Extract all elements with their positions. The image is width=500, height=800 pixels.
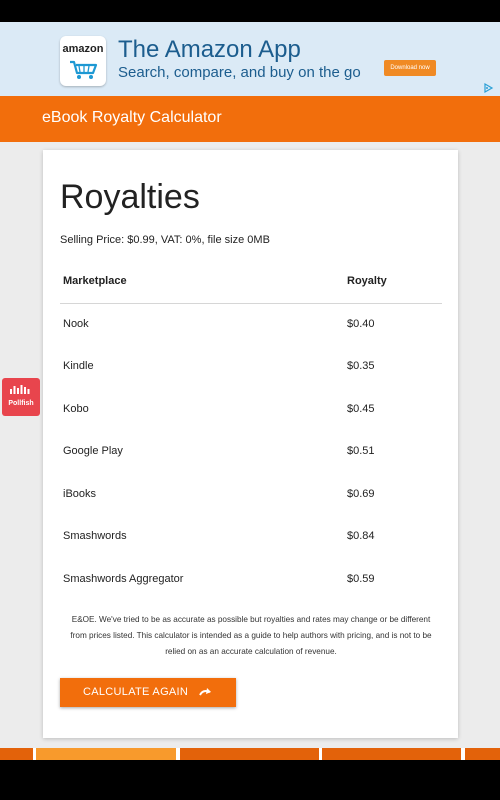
app-title: eBook Royalty Calculator	[42, 109, 222, 126]
ad-download-button[interactable]: Download now	[384, 60, 436, 76]
table-row: Smashwords $0.84	[60, 516, 442, 558]
ad-choices-icon[interactable]	[482, 82, 494, 94]
bottom-tab-strip	[0, 748, 500, 760]
cart-icon	[70, 60, 98, 79]
ad-logo-text: amazon	[62, 43, 104, 55]
ad-subtitle: Search, compare, and buy on the go	[118, 64, 361, 81]
app-bar: eBook Royalty Calculator	[0, 96, 500, 142]
bottom-tab[interactable]	[36, 748, 176, 760]
table-row: iBooks $0.69	[60, 474, 442, 516]
page-title: Royalties	[60, 178, 200, 216]
royalty-cell: $0.51	[347, 445, 375, 457]
pollfish-widget[interactable]: Pollfish	[2, 378, 40, 416]
redo-arrow-icon	[199, 688, 211, 696]
royalty-cell: $0.59	[347, 573, 375, 585]
ad-banner[interactable]: amazon The Amazon App Search, compare, a…	[0, 22, 500, 96]
marketplace-cell: Kindle	[63, 360, 94, 372]
royalty-cell: $0.69	[347, 488, 375, 500]
bottom-tab[interactable]	[465, 748, 500, 760]
table-row: Google Play $0.51	[60, 431, 442, 473]
results-card: Royalties Selling Price: $0.99, VAT: 0%,…	[43, 150, 458, 738]
table-row: Kindle $0.35	[60, 346, 442, 388]
pollfish-bars-icon	[10, 385, 30, 394]
system-nav-bar	[0, 760, 500, 800]
ad-title: The Amazon App	[118, 36, 301, 63]
marketplace-cell: Smashwords Aggregator	[63, 573, 184, 585]
disclaimer-text: E&OE. We've tried to be as accurate as p…	[70, 615, 432, 656]
marketplace-cell: Google Play	[63, 445, 123, 457]
marketplace-cell: iBooks	[63, 488, 97, 500]
marketplace-cell: Nook	[63, 318, 89, 330]
table-row: Kobo $0.45	[60, 389, 442, 431]
column-header-royalty: Royalty	[347, 275, 387, 287]
bottom-tab[interactable]	[0, 748, 33, 760]
royalty-cell: $0.84	[347, 530, 375, 542]
royalty-cell: $0.45	[347, 403, 375, 415]
bottom-tab[interactable]	[322, 748, 461, 760]
marketplace-cell: Smashwords	[63, 530, 127, 542]
status-bar	[0, 0, 500, 22]
price-summary: Selling Price: $0.99, VAT: 0%, file size…	[60, 234, 270, 246]
royalty-cell: $0.40	[347, 318, 375, 330]
table-row: Smashwords Aggregator $0.59	[60, 559, 442, 601]
calculate-again-button[interactable]: CALCULATE AGAIN	[60, 678, 236, 707]
pollfish-label: Pollfish	[8, 400, 34, 407]
bottom-tab[interactable]	[180, 748, 319, 760]
table-row: Nook $0.40	[60, 304, 442, 346]
marketplace-cell: Kobo	[63, 403, 89, 415]
calculate-again-label: CALCULATE AGAIN	[83, 686, 189, 698]
royalty-cell: $0.35	[347, 360, 375, 372]
amazon-app-logo: amazon	[60, 36, 106, 86]
column-header-marketplace: Marketplace	[63, 275, 127, 287]
